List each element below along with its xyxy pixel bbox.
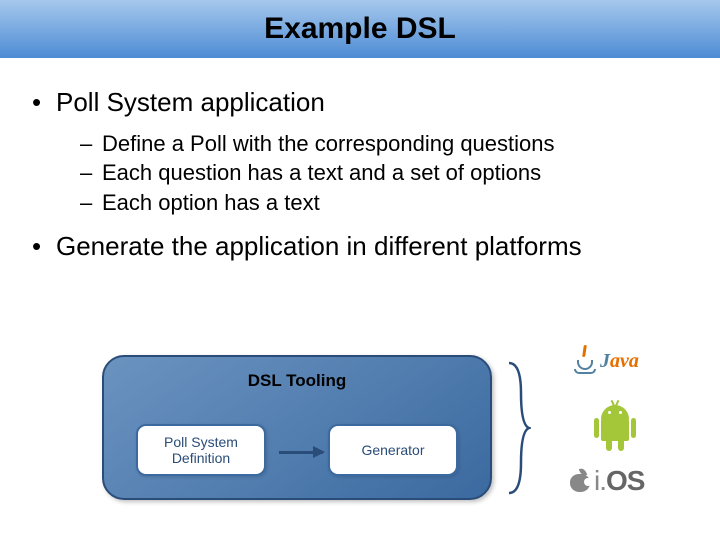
bullet-text: Poll System application: [56, 87, 325, 117]
sub-bullet-list: Define a Poll with the corresponding que…: [80, 129, 694, 218]
java-text: Java: [600, 350, 639, 373]
apple-icon: [568, 468, 592, 494]
sub-bullet: Each option has a text: [80, 188, 694, 218]
java-logo: Java: [574, 347, 639, 375]
sub-bullet: Each question has a text and a set of op…: [80, 158, 694, 188]
bullet-poll-system: Poll System application Define a Poll wi…: [26, 86, 694, 218]
platform-logos: Java i.OS: [546, 353, 686, 528]
curly-brace-svg: [505, 359, 531, 497]
sub-bullet: Define a Poll with the corresponding que…: [80, 129, 694, 159]
bullet-list: Poll System application Define a Poll wi…: [26, 86, 694, 262]
dsl-tooling-label: DSL Tooling: [104, 371, 490, 391]
ios-text: i.OS: [594, 465, 644, 497]
poll-definition-box: Poll System Definition: [136, 424, 266, 476]
bullet-text: Generate the application in different pl…: [56, 231, 582, 261]
brace-icon: [505, 359, 531, 497]
bullet-generate: Generate the application in different pl…: [26, 230, 694, 263]
content-area: Poll System application Define a Poll wi…: [0, 58, 720, 262]
arrow-icon: [279, 451, 323, 454]
title-bar: Example DSL: [0, 0, 720, 58]
diagram: DSL Tooling Poll System Definition Gener…: [0, 353, 720, 528]
dsl-tooling-container: DSL Tooling Poll System Definition Gener…: [102, 355, 492, 500]
ios-logo: i.OS: [568, 465, 644, 497]
generator-box: Generator: [328, 424, 458, 476]
java-cup-icon: [574, 347, 596, 375]
android-body-icon: [601, 417, 629, 441]
android-logo: [594, 405, 636, 453]
slide-title: Example DSL: [264, 12, 456, 46]
